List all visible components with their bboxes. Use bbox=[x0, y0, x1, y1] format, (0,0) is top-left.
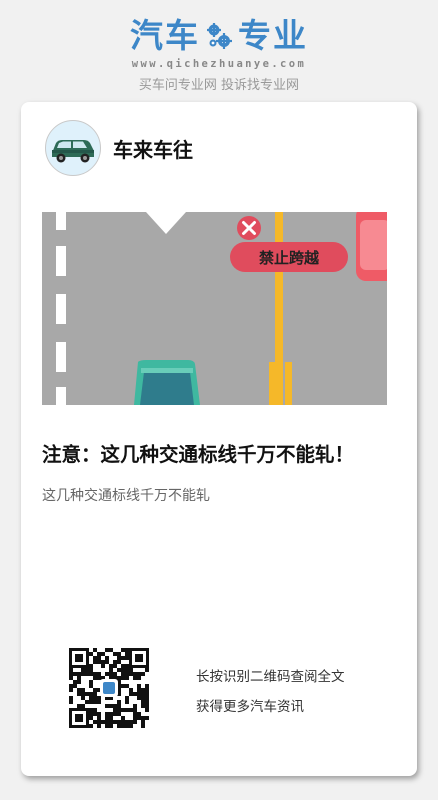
car-icon bbox=[52, 140, 94, 163]
site-logo: 汽车 专业 bbox=[0, 14, 438, 58]
account-avatar[interactable] bbox=[45, 120, 101, 176]
logo-text-right: 专业 bbox=[238, 16, 308, 55]
article-card[interactable]: 车来车往 禁止跨越 注意：这几种交通标线千万不能轧！ 这几种交通标线千万不能轧 … bbox=[21, 102, 417, 776]
site-header: 汽车 专业 www.qichezhuanye.com 买车问专业网 投诉找专业网 bbox=[0, 14, 438, 93]
road-illustration: 禁止跨越 bbox=[42, 212, 387, 405]
article-title[interactable]: 注意：这几种交通标线千万不能轧！ bbox=[42, 438, 402, 467]
account-name[interactable]: 车来车往 bbox=[113, 134, 193, 163]
logo-text-left: 汽车 bbox=[130, 16, 200, 55]
qr-instruction-line2: 获得更多汽车资讯 bbox=[196, 699, 304, 715]
qr-instruction-line1: 长按识别二维码查阅全文 bbox=[196, 669, 345, 685]
article-description: 这几种交通标线千万不能轧 bbox=[42, 488, 210, 504]
site-tagline: 买车问专业网 投诉找专业网 bbox=[138, 78, 300, 93]
cover-image[interactable]: 禁止跨越 bbox=[42, 212, 387, 405]
site-url: www.qichezhuanye.com bbox=[131, 58, 307, 70]
gear-icon bbox=[207, 23, 232, 49]
qr-code[interactable] bbox=[69, 648, 149, 728]
sign-label: 禁止跨越 bbox=[259, 249, 320, 267]
